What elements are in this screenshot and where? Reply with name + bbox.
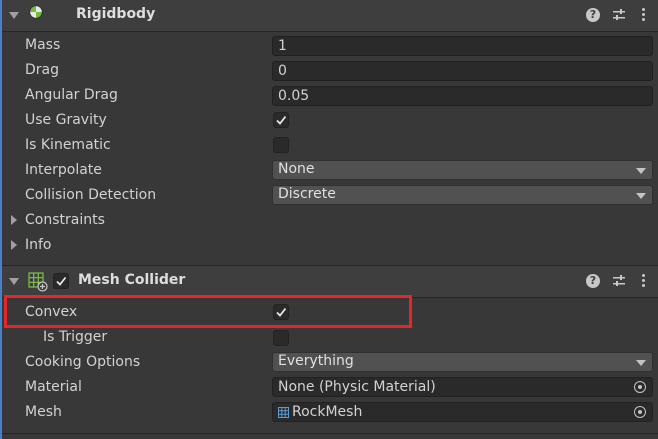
cooking-options-value: Everything: [278, 353, 354, 369]
mesh-collider-enabled-checkbox[interactable]: [53, 273, 69, 289]
drag-value: 0: [278, 63, 287, 79]
mesh-asset-icon: [278, 407, 289, 418]
more-options-icon[interactable]: [642, 274, 646, 288]
inspector-selection-bar: [0, 0, 2, 439]
object-picker-icon[interactable]: [634, 406, 646, 418]
presets-icon[interactable]: [612, 8, 626, 22]
component-separator: [2, 433, 658, 434]
rigidbody-title: Rigidbody: [76, 6, 156, 22]
presets-icon[interactable]: [612, 274, 626, 288]
angular-drag-field[interactable]: 0.05: [272, 86, 653, 106]
help-icon[interactable]: ?: [586, 274, 600, 288]
collapse-arrow-icon[interactable]: [9, 278, 19, 285]
is-trigger-checkbox[interactable]: [273, 330, 289, 346]
is-trigger-label: Is Trigger: [43, 329, 108, 345]
material-object-field[interactable]: None (Physic Material): [272, 377, 653, 397]
object-picker-icon[interactable]: [634, 381, 646, 393]
info-foldout[interactable]: Info: [25, 237, 52, 253]
rigidbody-icon: [29, 5, 43, 19]
mesh-collider-title: Mesh Collider: [78, 272, 186, 288]
dropdown-caret-icon: [636, 193, 646, 199]
mesh-value: RockMesh: [292, 404, 363, 420]
constraints-foldout[interactable]: Constraints: [25, 212, 105, 228]
collision-detection-dropdown[interactable]: Discrete: [272, 185, 653, 205]
rigidbody-header[interactable]: Rigidbody ?: [2, 0, 658, 32]
interpolate-value: None: [278, 161, 315, 177]
dropdown-caret-icon: [636, 360, 646, 366]
collision-detection-value: Discrete: [278, 186, 336, 202]
mesh-collider-icon: [28, 272, 48, 292]
mass-label: Mass: [25, 37, 61, 53]
cooking-options-dropdown[interactable]: Everything: [272, 352, 653, 372]
angular-drag-label: Angular Drag: [25, 87, 118, 103]
help-icon[interactable]: ?: [586, 8, 600, 22]
drag-label: Drag: [25, 62, 60, 78]
more-options-icon[interactable]: [642, 8, 646, 22]
mesh-object-field[interactable]: RockMesh: [272, 402, 653, 422]
use-gravity-checkbox[interactable]: [273, 112, 289, 128]
checkmark-icon: [276, 115, 287, 125]
mesh-label: Mesh: [25, 404, 62, 420]
drag-field[interactable]: 0: [272, 61, 653, 81]
material-value: None (Physic Material): [278, 379, 436, 395]
collision-detection-label: Collision Detection: [25, 187, 157, 203]
material-label: Material: [25, 379, 82, 395]
interpolate-label: Interpolate: [25, 162, 102, 178]
is-kinematic-label: Is Kinematic: [25, 137, 111, 153]
convex-highlight-box: [4, 295, 412, 328]
mass-field[interactable]: 1: [272, 36, 653, 56]
is-kinematic-checkbox[interactable]: [273, 137, 289, 153]
cooking-options-label: Cooking Options: [25, 354, 141, 370]
info-foldout-icon[interactable]: [11, 240, 17, 250]
collapse-arrow-icon[interactable]: [9, 12, 19, 19]
dropdown-caret-icon: [636, 168, 646, 174]
use-gravity-label: Use Gravity: [25, 112, 107, 128]
constraints-foldout-icon[interactable]: [11, 215, 17, 225]
angular-drag-value: 0.05: [278, 88, 310, 104]
mass-value: 1: [278, 38, 287, 54]
interpolate-dropdown[interactable]: None: [272, 160, 653, 180]
mesh-collider-header[interactable]: Mesh Collider ?: [2, 266, 658, 298]
checkmark-icon: [56, 276, 67, 286]
